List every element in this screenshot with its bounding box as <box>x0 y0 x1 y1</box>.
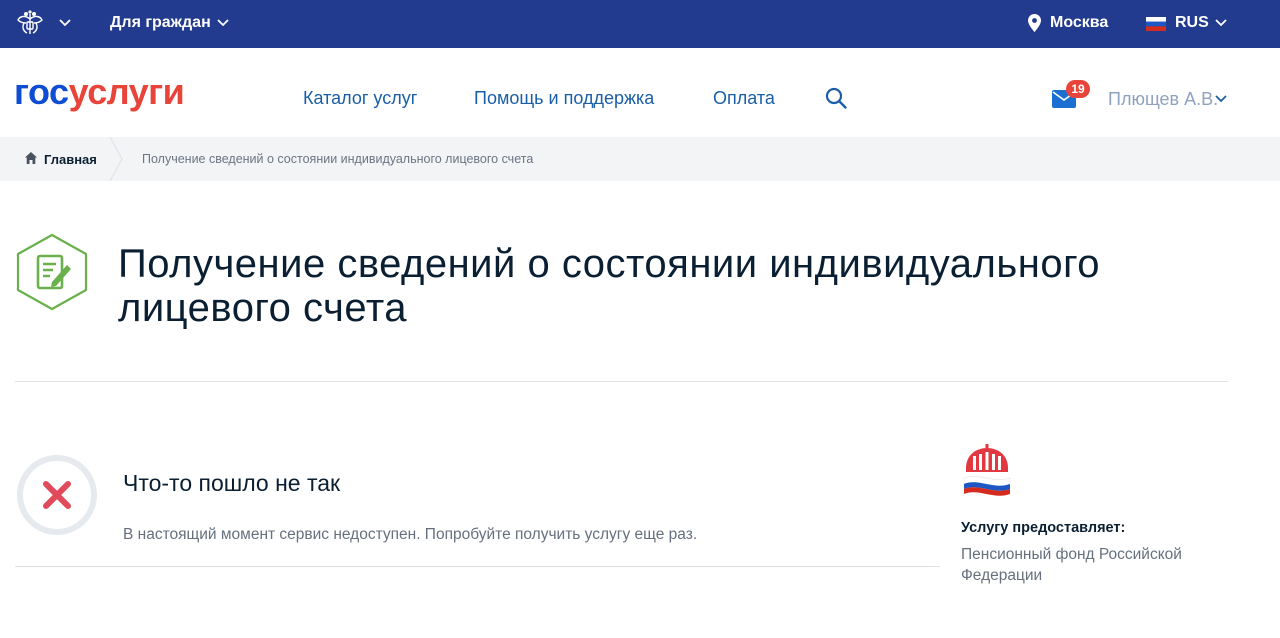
map-pin-icon[interactable] <box>1028 14 1041 32</box>
chevron-down-icon[interactable] <box>58 16 72 30</box>
breadcrumb-current: Получение сведений о состоянии индивидуа… <box>142 152 534 166</box>
pfr-logo-icon <box>963 444 1011 496</box>
breadcrumb: Главная Получение сведений о состоянии и… <box>0 137 1280 181</box>
breadcrumb-home[interactable]: Главная <box>44 152 97 167</box>
provider-label: Услугу предоставляет: <box>961 520 1126 536</box>
russia-flag-icon[interactable] <box>1146 17 1166 31</box>
nav-catalog[interactable]: Каталог услуг <box>303 88 417 109</box>
document-edit-icon <box>16 233 88 311</box>
breadcrumb-separator <box>109 137 123 181</box>
chevron-down-icon[interactable] <box>1214 16 1228 30</box>
logo-uslugi: услуги <box>68 71 185 112</box>
divider <box>15 566 940 567</box>
error-message: В настоящий момент сервис недоступен. По… <box>123 526 698 543</box>
russia-emblem-icon[interactable] <box>15 9 45 39</box>
error-title: Что-то пошло не так <box>123 470 341 496</box>
logo-gos: гос <box>14 71 69 112</box>
user-menu[interactable]: Плющев А.В. <box>1108 89 1218 110</box>
language-selector[interactable]: RUS <box>1175 14 1209 32</box>
city-selector[interactable]: Москва <box>1050 14 1108 32</box>
error-cross-icon <box>17 455 97 535</box>
divider <box>15 381 1228 382</box>
main-header: госуслуги Каталог услуг Помощь и поддерж… <box>0 48 1280 137</box>
gosuslugi-logo[interactable]: госуслуги <box>14 71 185 112</box>
citizens-menu[interactable]: Для граждан <box>110 14 211 32</box>
provider-name: Пенсионный фонд Российской Федерации <box>961 546 1182 584</box>
search-icon[interactable] <box>824 86 848 110</box>
mail-count-badge: 19 <box>1066 80 1090 98</box>
top-bar: Для граждан Москва RUS <box>0 0 1280 48</box>
chevron-down-icon[interactable] <box>1214 92 1228 106</box>
nav-help[interactable]: Помощь и поддержка <box>474 88 654 109</box>
chevron-down-icon[interactable] <box>216 16 230 30</box>
page-title: Получение сведений о состоянии индивидуа… <box>118 242 1101 330</box>
home-icon[interactable] <box>24 151 38 165</box>
nav-payment[interactable]: Оплата <box>713 88 775 109</box>
